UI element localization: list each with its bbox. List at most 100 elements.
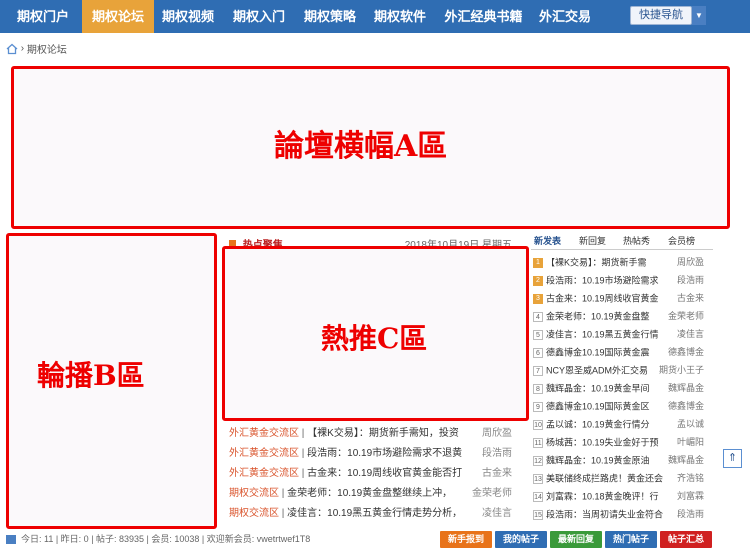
breadcrumb-current[interactable]: 期权论坛 (27, 45, 67, 56)
recent-author[interactable]: 魏辉晶金 (668, 379, 704, 397)
recent-post-list: 1 【裸K交易】：期货新手需 周欣盈 2 段浩雨：10.19市场避险需求 段浩雨 3 古金… (533, 253, 714, 523)
carousel-zone-b[interactable]: 輪播B區 (6, 233, 217, 529)
list-item[interactable]: 14 刘富霖：10.18黄金晚评！行 刘富霖 (533, 487, 714, 505)
recent-author[interactable]: 德鑫博金 (668, 343, 704, 361)
recent-title[interactable]: 德鑫博金10.19国际黄金区 (546, 402, 650, 412)
recent-title[interactable]: 刘富霖：10.18黄金晚评！行 (546, 492, 659, 502)
recent-title[interactable]: 凌佳言：10.19黑五黄金行情 (546, 330, 659, 340)
post-author[interactable]: 段浩雨 (482, 444, 512, 464)
back-to-top-icon[interactable]: ⇑ (723, 449, 742, 468)
recent-title[interactable]: 美联储终成拦路虎！黄金还会 (546, 474, 663, 484)
rank-number: 10 (533, 419, 543, 430)
list-item[interactable]: 7 NCY恩圣威ADM外汇交易 期货小王子 (533, 361, 714, 379)
tab-new-posts[interactable]: 新发表 (534, 234, 561, 247)
list-item[interactable]: 8 魏辉晶金：10.19黄金早间 魏辉晶金 (533, 379, 714, 397)
recent-author[interactable]: 古金来 (677, 289, 704, 307)
recent-author[interactable]: 段浩雨 (677, 271, 704, 289)
recent-author[interactable]: 周欣盈 (677, 253, 704, 271)
nav-item-portal[interactable]: 期权门户 (12, 0, 74, 33)
rank-number: 8 (533, 383, 543, 394)
recent-author[interactable]: 期货小王子 (659, 361, 704, 379)
tab-hot-posts[interactable]: 热帖秀 (623, 234, 650, 247)
recent-title[interactable]: 魏辉晶金：10.19黄金原油 (546, 456, 650, 466)
list-item[interactable]: 5 凌佳言：10.19黑五黄金行情 凌佳言 (533, 325, 714, 343)
recent-title[interactable]: NCY恩圣威ADM外汇交易 (546, 366, 648, 376)
list-item[interactable]: 外汇黄金交流区 | 古金来：10.19周线收官黄金能否打 古金来 (229, 464, 512, 484)
recent-author[interactable]: 德鑫博金 (668, 397, 704, 415)
recent-title[interactable]: 【裸K交易】：期货新手需 (546, 258, 647, 268)
list-item[interactable]: 外汇黄金交流区 | 段浩雨：10.19市场避险需求不退黄 段浩雨 (229, 444, 512, 464)
list-item[interactable]: 4 金荣老师：10.19黄金盘整 金荣老师 (533, 307, 714, 325)
recent-author[interactable]: 凌佳言 (677, 325, 704, 343)
post-author[interactable]: 凌佳言 (482, 504, 512, 524)
recent-title[interactable]: 杨城茜：10.19失业金好于预 (546, 438, 659, 448)
separator: | (299, 448, 308, 459)
list-item[interactable]: 2 段浩雨：10.19市场避险需求 段浩雨 (533, 271, 714, 289)
recent-title[interactable]: 魏辉晶金：10.19黄金早间 (546, 384, 650, 394)
chevron-down-icon[interactable]: ▼ (692, 6, 706, 25)
list-item[interactable]: 1 【裸K交易】：期货新手需 周欣盈 (533, 253, 714, 271)
recent-author[interactable]: 金荣老师 (668, 307, 704, 325)
list-item[interactable]: 12 魏辉晶金：10.19黄金原油 魏辉晶金 (533, 451, 714, 469)
post-category[interactable]: 外汇黄金交流区 (229, 428, 299, 439)
post-title[interactable]: 凌佳言：10.19黑五黄金行情走势分析， (287, 508, 462, 519)
hot-posts-button[interactable]: 热门帖子 (605, 531, 657, 548)
list-item[interactable]: 13 美联储终成拦路虎！黄金还会 齐浩铭 (533, 469, 714, 487)
posts-summary-button[interactable]: 帖子汇总 (660, 531, 712, 548)
tab-new-replies[interactable]: 新回复 (579, 234, 606, 247)
latest-replies-button[interactable]: 最新回复 (550, 531, 602, 548)
list-item[interactable]: 6 德鑫博金10.19国际黄金震 德鑫博金 (533, 343, 714, 361)
post-author[interactable]: 周欣盈 (482, 424, 512, 444)
list-item[interactable]: 11 杨城茜：10.19失业金好于预 叶嵋阳 (533, 433, 714, 451)
recent-author[interactable]: 齐浩铭 (677, 469, 704, 487)
nav-item-software[interactable]: 期权软件 (369, 0, 431, 33)
banner-zone-a[interactable]: 論壇横幅A區 (11, 66, 730, 229)
recent-title[interactable]: 古金来：10.19周线收官黄金 (546, 294, 659, 304)
list-item[interactable]: 10 孟以诚：10.19黄金行情分 孟以诚 (533, 415, 714, 433)
my-posts-button[interactable]: 我的帖子 (495, 531, 547, 548)
recent-title[interactable]: 金荣老师：10.19黄金盘整 (546, 312, 650, 322)
recent-author[interactable]: 刘富霖 (677, 487, 704, 505)
nav-item-video[interactable]: 期权视频 (157, 0, 219, 33)
recent-author[interactable]: 段浩雨 (677, 505, 704, 523)
hotpush-zone-c[interactable]: 熱推C區 (222, 246, 529, 421)
recent-tabs: 新发表 新回复 热帖秀 会员榜 (531, 234, 713, 250)
recent-title[interactable]: 德鑫博金10.19国际黄金震 (546, 348, 650, 358)
recent-title[interactable]: 段浩雨：10.19市场避险需求 (546, 276, 659, 286)
list-item[interactable]: 15 段浩雨：当周初请失业金符合 段浩雨 (533, 505, 714, 523)
recent-author[interactable]: 叶嵋阳 (677, 433, 704, 451)
rank-number: 3 (533, 293, 543, 304)
post-title[interactable]: 【裸K交易】：期货新手需知，投资 (307, 428, 459, 439)
nav-item-forex[interactable]: 外汇交易 (534, 0, 596, 33)
post-author[interactable]: 古金来 (482, 464, 512, 484)
post-author[interactable]: 金荣老师 (472, 484, 512, 504)
list-item[interactable]: 外汇黄金交流区 | 【裸K交易】：期货新手需知，投资 周欣盈 (229, 424, 512, 444)
nav-item-forum[interactable]: 期权论坛 (82, 0, 154, 33)
chart-icon (6, 535, 16, 544)
tab-member-rank[interactable]: 会员榜 (668, 234, 695, 247)
top-nav-bar: 期权门户 期权论坛 期权视频 期权入门 期权策略 期权软件 外汇经典书籍 外汇交… (0, 0, 750, 33)
post-category[interactable]: 期权交流区 (229, 508, 279, 519)
list-item[interactable]: 期权交流区 | 凌佳言：10.19黑五黄金行情走势分析， 凌佳言 (229, 504, 512, 524)
list-item[interactable]: 3 古金来：10.19周线收官黄金 古金来 (533, 289, 714, 307)
post-title[interactable]: 段浩雨：10.19市场避险需求不退黄 (307, 448, 462, 459)
recent-title[interactable]: 孟以诚：10.19黄金行情分 (546, 420, 650, 430)
recent-title[interactable]: 段浩雨：当周初请失业金符合 (546, 510, 663, 520)
nav-item-intro[interactable]: 期权入门 (228, 0, 290, 33)
post-category[interactable]: 期权交流区 (229, 488, 279, 499)
list-item[interactable]: 期权交流区 | 金荣老师：10.19黄金盘整继续上冲， 金荣老师 (229, 484, 512, 504)
post-category[interactable]: 外汇黄金交流区 (229, 448, 299, 459)
home-icon[interactable] (6, 43, 18, 55)
nav-item-strategy[interactable]: 期权策略 (299, 0, 361, 33)
list-item[interactable]: 9 德鑫博金10.19国际黄金区 德鑫博金 (533, 397, 714, 415)
post-title[interactable]: 古金来：10.19周线收官黄金能否打 (307, 468, 462, 479)
nav-item-books[interactable]: 外汇经典书籍 (441, 0, 526, 33)
post-category[interactable]: 外汇黄金交流区 (229, 468, 299, 479)
post-title[interactable]: 金荣老师：10.19黄金盘整继续上冲， (287, 488, 452, 499)
breadcrumb: › 期权论坛 (6, 41, 67, 57)
recent-author[interactable]: 孟以诚 (677, 415, 704, 433)
newbie-checkin-button[interactable]: 新手报到 (440, 531, 492, 548)
quick-nav-button[interactable]: 快捷导航 (630, 6, 692, 25)
rank-number: 7 (533, 365, 543, 376)
recent-author[interactable]: 魏辉晶金 (668, 451, 704, 469)
